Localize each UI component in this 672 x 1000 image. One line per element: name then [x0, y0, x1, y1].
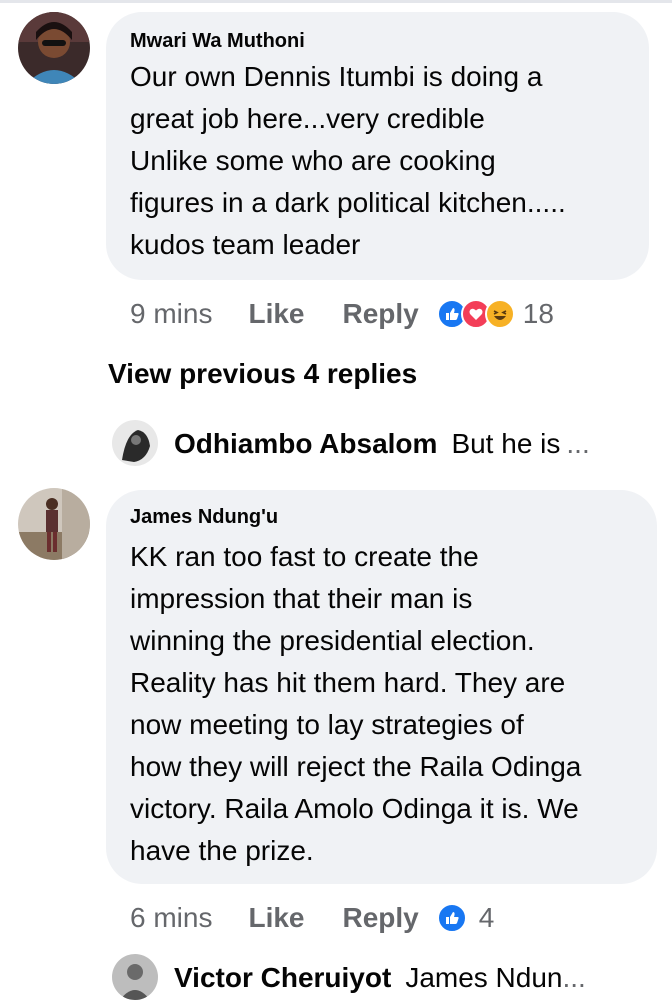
reply-author[interactable]: Victor Cheruiyot: [174, 962, 391, 994]
comment-text: Our own Dennis Itumbi is doing a great j…: [130, 61, 566, 260]
like-icon: [436, 903, 467, 933]
reply-button[interactable]: Reply: [343, 298, 419, 330]
comment-time[interactable]: 9 mins: [130, 298, 212, 330]
comment-meta: 9 mins Like Reply 18: [130, 294, 554, 334]
reply-preview[interactable]: Victor Cheruiyot James Ndun ...: [174, 958, 586, 998]
comment-meta: 6 mins Like Reply 4: [130, 898, 494, 938]
reply-ellipsis: ...: [566, 428, 590, 459]
comment-author[interactable]: James Ndung'u: [130, 506, 278, 529]
avatar-james[interactable]: [18, 488, 90, 560]
reply-preview[interactable]: Odhiambo Absalom But he is ...: [174, 424, 590, 464]
avatar-victor[interactable]: [112, 954, 158, 1000]
comment-time[interactable]: 6 mins: [130, 902, 212, 934]
reply-text: But he is: [451, 428, 561, 459]
comment-author[interactable]: Mwari Wa Muthoni: [130, 30, 305, 53]
reply-button[interactable]: Reply: [343, 902, 419, 934]
avatar-odhiambo[interactable]: [112, 420, 158, 466]
reply-ellipsis: ...: [562, 962, 586, 993]
reply-author[interactable]: Odhiambo Absalom: [174, 428, 437, 460]
view-previous-replies-link[interactable]: View previous 4 replies: [108, 358, 417, 390]
like-button[interactable]: Like: [248, 298, 304, 330]
comment-text: KK ran too fast to create the impression…: [130, 541, 582, 866]
top-divider: [0, 0, 672, 3]
like-button[interactable]: Like: [248, 902, 304, 934]
haha-icon: [484, 299, 515, 329]
reaction-count: 4: [478, 902, 495, 933]
avatar-mwari[interactable]: [18, 12, 90, 84]
reply-text: James Ndun: [405, 962, 563, 993]
reaction-summary[interactable]: 4: [436, 902, 495, 934]
reaction-count: 18: [522, 298, 554, 329]
reaction-summary[interactable]: 18: [436, 298, 554, 330]
